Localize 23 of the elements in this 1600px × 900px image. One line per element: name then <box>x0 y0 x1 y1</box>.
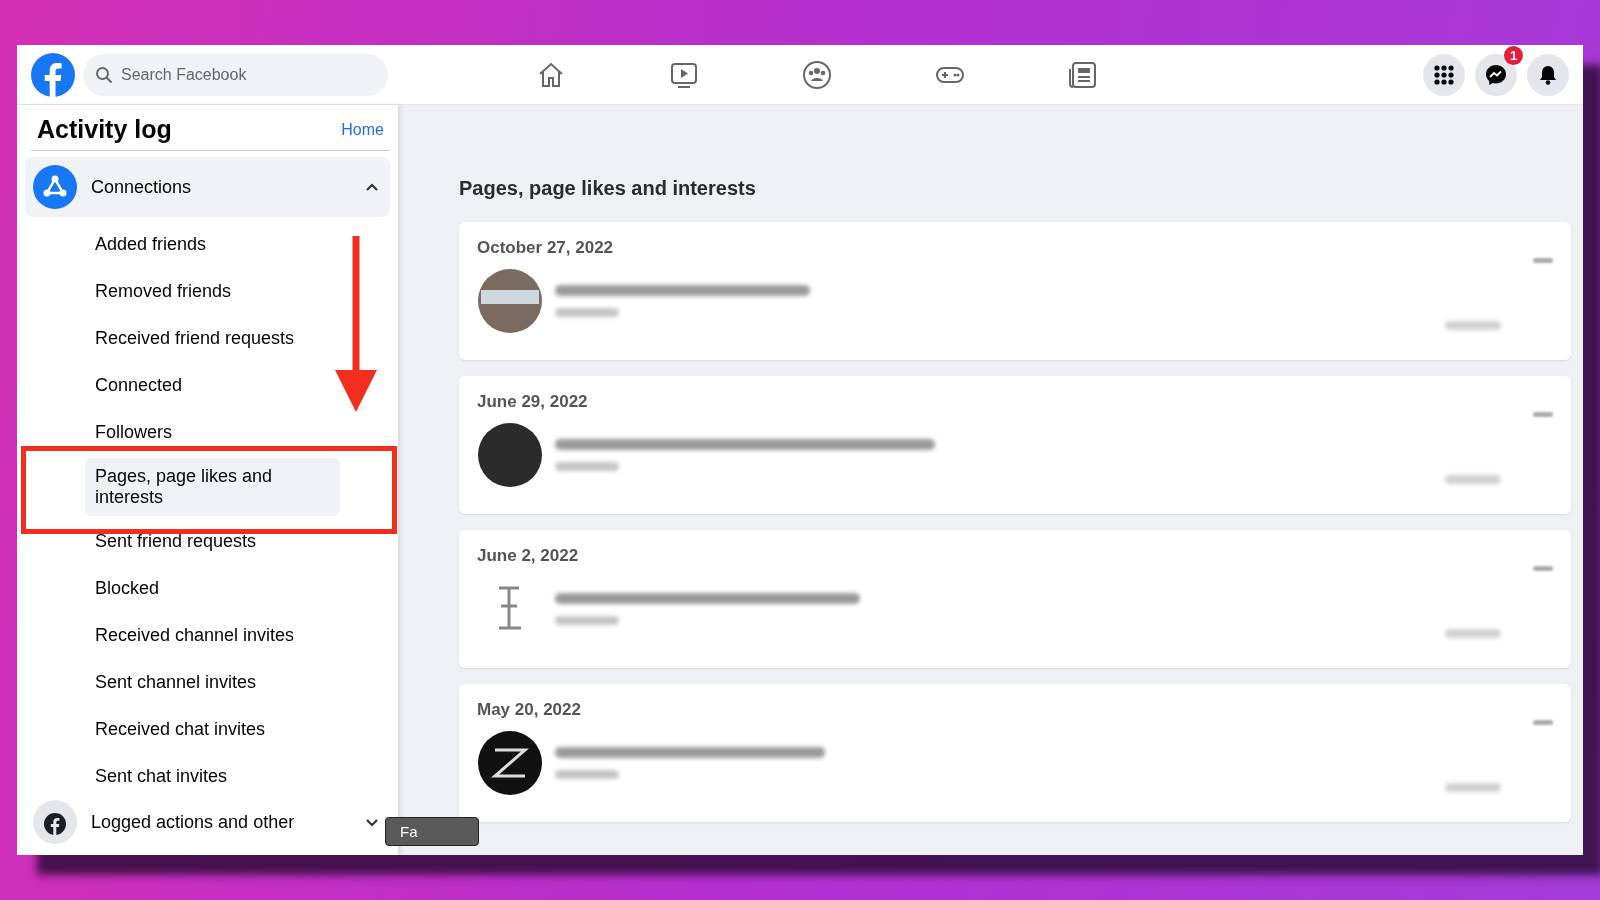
connections-section-header[interactable]: Connections <box>25 157 390 217</box>
page-title: Activity log <box>37 115 172 144</box>
home-link[interactable]: Home <box>341 120 384 139</box>
sidebar-item[interactable]: Followers <box>85 409 340 456</box>
notification-badge: 1 <box>1504 45 1523 65</box>
section-heading: Pages, page likes and interests <box>459 177 757 200</box>
entry-date: October 27, 2022 <box>477 238 615 258</box>
sidebar-item[interactable]: Sent channel invites <box>85 659 340 706</box>
tooltip: Fa <box>385 817 479 846</box>
entry-date: June 2, 2022 <box>477 546 580 566</box>
sidebar-item[interactable]: Received channel invites <box>85 612 340 659</box>
search-field[interactable]: Search Facebook <box>83 53 388 96</box>
sidebar-item[interactable]: Added friends <box>85 221 340 268</box>
sidebar-item[interactable]: Removed friends <box>85 268 340 315</box>
sidebar-item[interactable]: Pages, page likes and interests <box>85 458 340 516</box>
sidebar-item[interactable]: Blocked <box>85 565 340 612</box>
sidebar-item[interactable]: Received chat invites <box>85 706 340 753</box>
sidebar-item[interactable]: Sent friend requests <box>85 518 340 565</box>
sidebar-item[interactable]: Sent chat invites <box>85 753 340 800</box>
entry-date: May 20, 2022 <box>477 700 582 720</box>
sidebar-item[interactable]: Received friend requests <box>85 315 340 362</box>
entry-date: June 29, 2022 <box>477 392 589 412</box>
sidebar-item[interactable]: Connected <box>85 362 340 409</box>
